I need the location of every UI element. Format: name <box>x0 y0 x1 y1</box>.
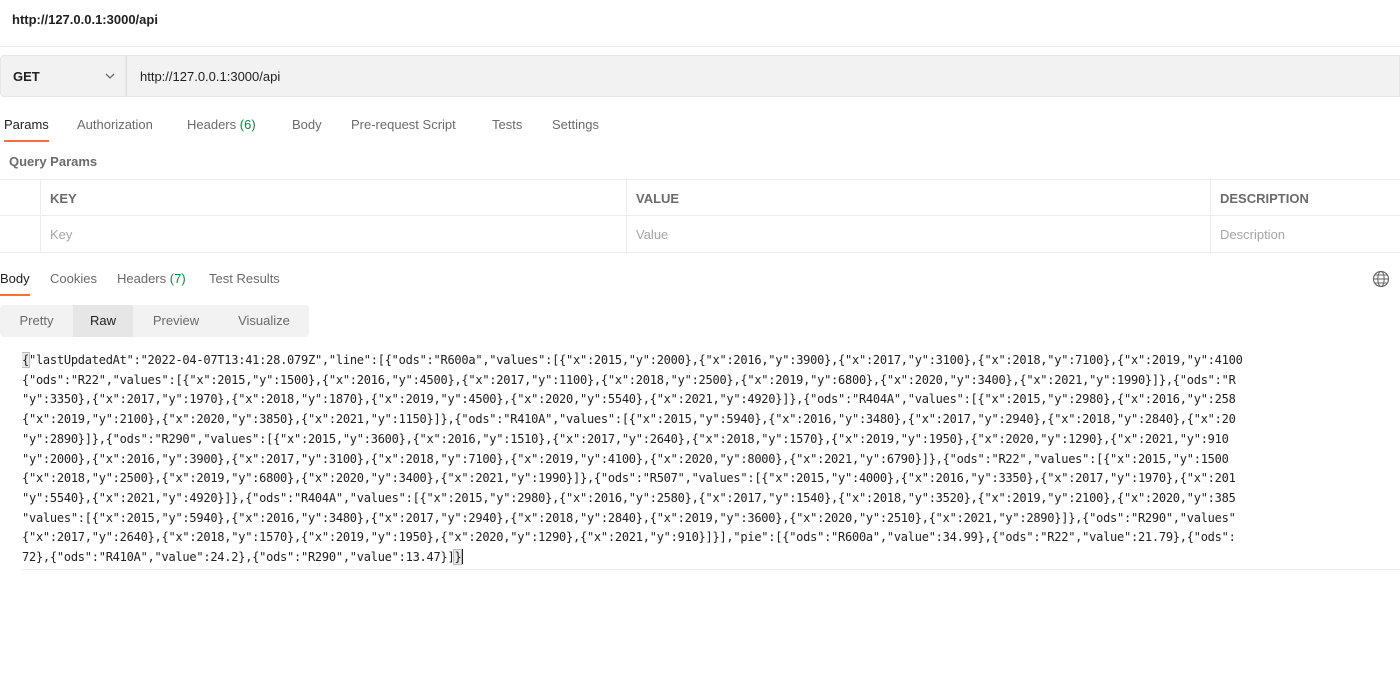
method-select[interactable]: GET <box>0 55 126 97</box>
tab-params-label: Params <box>4 117 49 132</box>
tab-body-label: Body <box>292 117 322 132</box>
view-tab-pretty[interactable]: Pretty <box>0 305 73 337</box>
row-checkbox-cell <box>0 216 40 252</box>
method-label: GET <box>13 69 40 84</box>
tab-tests[interactable]: Tests <box>492 114 522 142</box>
key-placeholder: Key <box>50 227 73 242</box>
tab-settings[interactable]: Settings <box>552 114 599 142</box>
key-input[interactable]: Key <box>40 216 626 252</box>
response-line-5: "y":2890}]},{"ods":"R290","values":[{"x"… <box>22 431 1229 446</box>
tab-headers-label: Headers <box>187 117 237 132</box>
tab-headers[interactable]: Headers (6) <box>187 114 256 142</box>
response-line-10: {"x":2017,"y":2640},{"x":2018,"y":1570},… <box>22 530 1236 545</box>
table-row: Key Value Description <box>0 215 1400 253</box>
response-tab-test-results[interactable]: Test Results <box>209 268 280 296</box>
response-line-7: {"x":2018,"y":2500},{"x":2019,"y":6800},… <box>22 471 1236 486</box>
value-header-label: VALUE <box>636 191 680 206</box>
table-header-row: KEY VALUE DESCRIPTION <box>0 179 1400 216</box>
query-params-table: KEY VALUE DESCRIPTION Key Value Descript… <box>0 179 1400 253</box>
headers-count-badge: (6) <box>239 117 256 132</box>
tab-tests-label: Tests <box>492 117 523 132</box>
url-value: http://127.0.0.1:3000/api <box>140 69 281 84</box>
response-line-3: "y":3350},{"x":2017,"y":1970},{"x":2018,… <box>22 392 1236 407</box>
response-tab-test-results-label: Test Results <box>209 271 280 286</box>
response-line-4: {"x":2019,"y":2100},{"x":2020,"y":3850},… <box>22 412 1236 427</box>
value-input[interactable]: Value <box>626 216 1210 252</box>
response-line-9: "values":[{"x":2015,"y":5940},{"x":2016,… <box>22 510 1236 525</box>
tab-authorization[interactable]: Authorization <box>77 114 153 142</box>
response-raw-body[interactable]: {"lastUpdatedAt":"2022-04-07T13:41:28.07… <box>22 351 1400 570</box>
response-tab-body-label: Body <box>0 271 30 286</box>
tab-body[interactable]: Body <box>292 114 322 142</box>
text-cursor <box>462 549 464 565</box>
response-view-tabs: Pretty Raw Preview Visualize <box>0 305 309 337</box>
response-line-11: 72},{"ods":"R410A","value":24.2},{"ods":… <box>22 550 448 565</box>
key-column-header: KEY <box>40 180 626 216</box>
tab-pre-request-label: Pre-request Script <box>351 117 456 132</box>
description-placeholder: Description <box>1220 227 1286 242</box>
tab-settings-label: Settings <box>552 117 599 132</box>
view-tab-raw[interactable]: Raw <box>73 305 133 337</box>
value-column-header: VALUE <box>626 180 1210 216</box>
url-input[interactable]: http://127.0.0.1:3000/api <box>126 55 1400 97</box>
description-column-header: DESCRIPTION <box>1210 180 1400 216</box>
response-tab-headers-label: Headers <box>117 271 167 286</box>
request-title[interactable]: http://127.0.0.1:3000/api <box>12 12 158 27</box>
close-brace-match: } <box>453 549 463 566</box>
globe-icon[interactable] <box>1372 270 1390 288</box>
response-tab-headers[interactable]: Headers (7) <box>117 268 186 296</box>
chevron-down-icon <box>105 73 115 79</box>
tab-params[interactable]: Params <box>4 114 49 142</box>
url-bar: GET http://127.0.0.1:3000/api <box>0 55 1400 99</box>
value-placeholder: Value <box>636 227 669 242</box>
response-headers-count-badge: (7) <box>169 271 186 286</box>
tab-pre-request-script[interactable]: Pre-request Script <box>351 114 456 142</box>
response-line-6: "y":2000},{"x":2016,"y":3900},{"x":2017,… <box>22 451 1229 466</box>
response-tabs: Body Cookies Headers (7) Test Results <box>0 268 1400 298</box>
tab-authorization-label: Authorization <box>77 117 153 132</box>
response-line-1: "lastUpdatedAt":"2022-04-07T13:41:28.079… <box>28 353 1243 367</box>
query-params-heading: Query Params <box>9 154 98 169</box>
description-input[interactable]: Description <box>1210 216 1400 252</box>
response-line-8: "y":5540},{"x":2021,"y":4920}]},{"ods":"… <box>22 490 1236 505</box>
response-tab-cookies[interactable]: Cookies <box>50 268 97 296</box>
open-brace-match: { <box>22 352 30 368</box>
request-tabs: Params Authorization Headers (6) Body Pr… <box>0 114 1400 144</box>
response-line-2: {"ods":"R22","values":[{"x":2015,"y":150… <box>22 372 1236 387</box>
checkbox-column-header <box>0 180 40 216</box>
key-header-label: KEY <box>50 191 77 206</box>
view-tab-preview[interactable]: Preview <box>133 305 219 337</box>
response-tab-cookies-label: Cookies <box>50 271 97 286</box>
description-header-label: DESCRIPTION <box>1220 191 1309 206</box>
request-title-bar: http://127.0.0.1:3000/api <box>0 0 1400 47</box>
response-tab-body[interactable]: Body <box>0 268 30 296</box>
view-tab-visualize[interactable]: Visualize <box>219 305 309 337</box>
